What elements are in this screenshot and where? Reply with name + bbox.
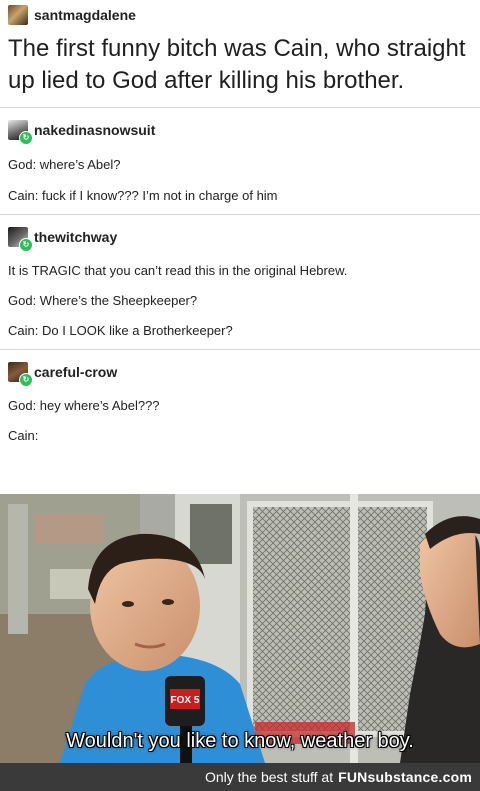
meme-image: FOX 5 Wouldn't you like to know, weather… — [0, 494, 480, 763]
reply-post: ↻ thewitchway It is TRAGIC that you can’… — [0, 215, 480, 339]
reply-post: ↻ careful-crow God: hey where’s Abel??? … — [0, 350, 480, 444]
op-header: santmagdalene — [0, 0, 480, 30]
meme-illustration: FOX 5 — [0, 494, 480, 763]
watermark-footer: Only the best stuff at FUNsubstance.com — [0, 763, 480, 791]
reply-line: Cain: fuck if I know??? I’m not in charg… — [8, 188, 278, 203]
reply-username[interactable]: thewitchway — [34, 229, 117, 245]
avatar[interactable]: ↻ — [8, 227, 33, 252]
reply-username[interactable]: careful-crow — [34, 364, 117, 380]
mic-logo: FOX 5 — [171, 695, 200, 706]
op-text: The first funny bitch was Cain, who stra… — [8, 35, 466, 94]
reply-line: God: hey where’s Abel??? — [8, 398, 160, 413]
reply-line: God: Where’s the Sheepkeeper? — [8, 293, 198, 308]
reply-header: ↻ thewitchway — [0, 222, 480, 252]
reply-header: ↻ nakedinasnowsuit — [0, 115, 480, 145]
avatar[interactable]: ↻ — [8, 362, 33, 387]
reply-header: ↻ careful-crow — [0, 357, 480, 387]
reply-post: ↻ nakedinasnowsuit God: where’s Abel? Ca… — [0, 108, 480, 204]
op-username[interactable]: santmagdalene — [34, 7, 136, 23]
reply-username[interactable]: nakedinasnowsuit — [34, 122, 155, 138]
reply-line: It is TRAGIC that you can’t read this in… — [8, 263, 348, 278]
footer-prefix: Only the best stuff at — [204, 769, 334, 785]
op-post: santmagdalene The first funny bitch was … — [0, 0, 480, 97]
avatar[interactable]: ↻ — [8, 120, 33, 145]
reply-line: Cain: — [8, 428, 39, 443]
avatar[interactable] — [8, 5, 28, 25]
footer-brand[interactable]: FUNsubstance.com — [338, 769, 472, 785]
reblog-badge-icon: ↻ — [19, 238, 33, 252]
reblog-badge-icon: ↻ — [19, 373, 33, 387]
reply-line: God: where’s Abel? — [8, 157, 121, 172]
reply-line: Cain: Do I LOOK like a Brotherkeeper? — [8, 323, 233, 338]
reblog-badge-icon: ↻ — [19, 131, 33, 145]
meme-caption: Wouldn't you like to know, weather boy. — [66, 730, 414, 752]
